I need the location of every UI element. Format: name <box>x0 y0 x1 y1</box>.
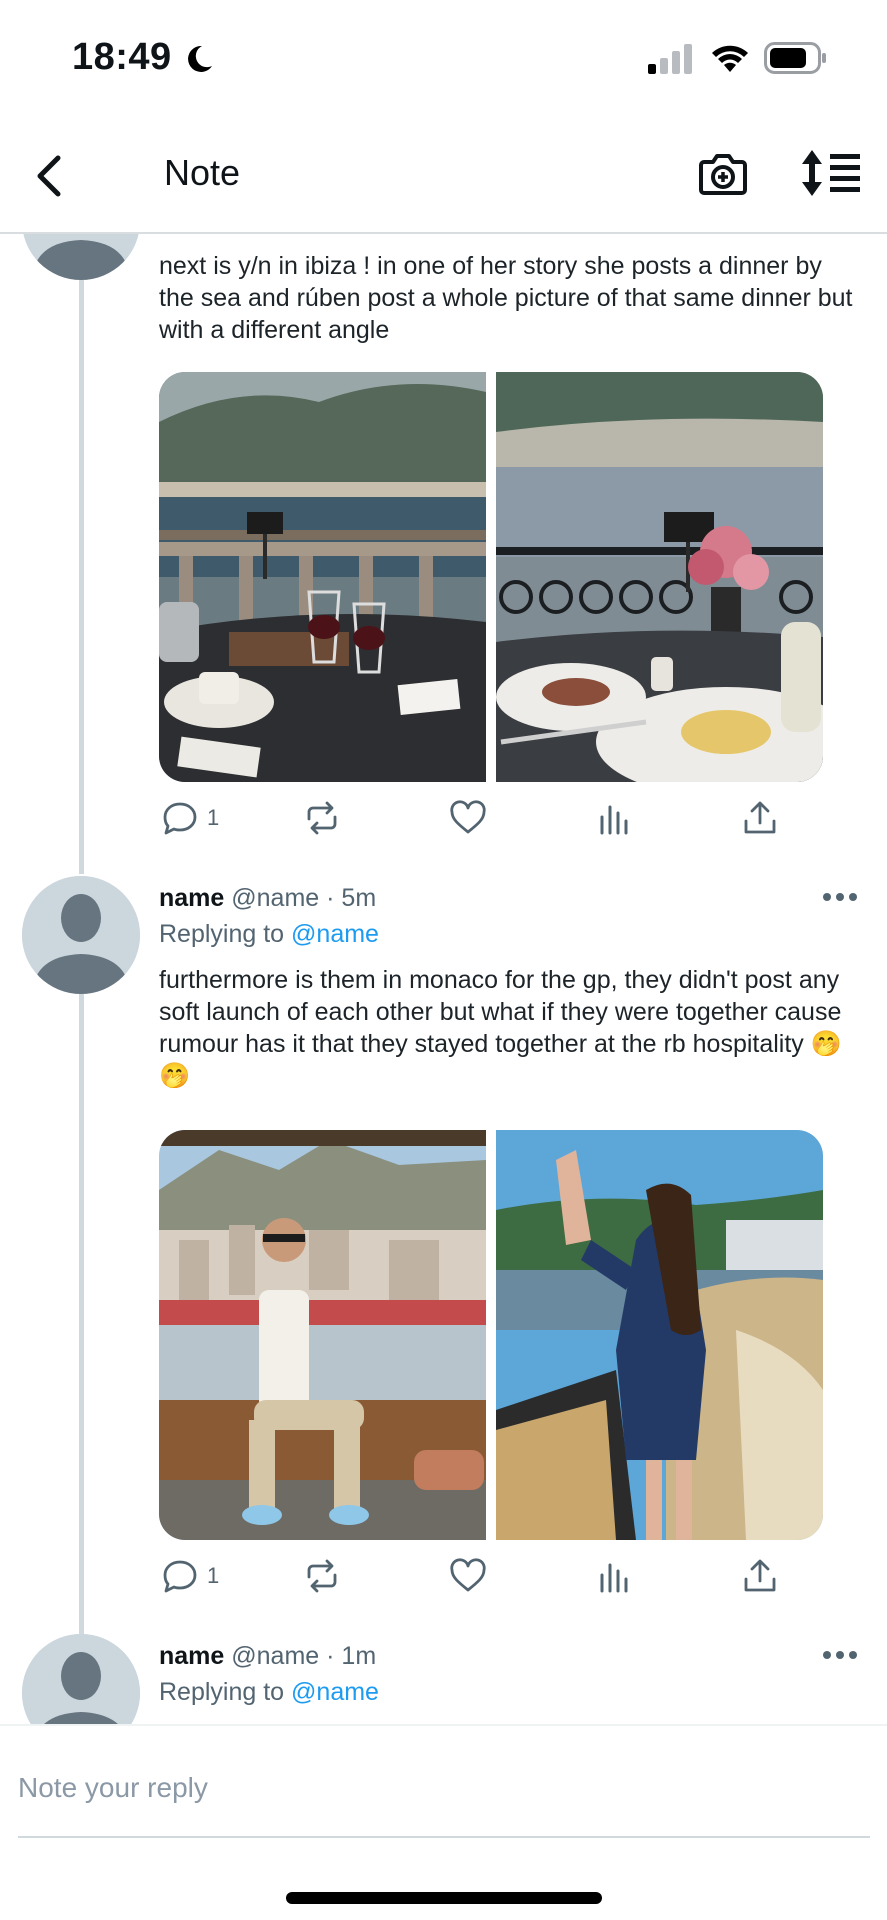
more-options-icon[interactable] <box>822 890 858 904</box>
reply-composer <box>0 1724 887 1920</box>
reply-icon <box>163 1560 197 1593</box>
reply-icon <box>163 802 197 835</box>
heart-icon <box>450 800 486 834</box>
sort-icon[interactable] <box>800 148 862 198</box>
cellular-signal-icon <box>648 44 692 74</box>
media-grid[interactable] <box>159 1130 823 1540</box>
default-avatar-icon <box>22 876 140 994</box>
share-icon <box>744 801 776 834</box>
more-options-icon[interactable] <box>822 1648 858 1662</box>
avatar[interactable] <box>22 876 140 994</box>
analytics-icon <box>600 1563 628 1593</box>
share-button[interactable] <box>741 1554 779 1598</box>
tweet-header: name @name · 5m <box>159 884 376 913</box>
display-name[interactable]: name <box>159 1642 224 1670</box>
tweet-actions: 1 <box>159 796 799 840</box>
back-chevron-icon[interactable] <box>30 146 70 206</box>
tweet-image[interactable] <box>159 372 486 782</box>
retweet-button[interactable] <box>303 796 341 840</box>
replying-to-label: Replying to <box>159 1678 285 1706</box>
replying-to: Replying to @name <box>159 920 379 949</box>
tweet-text: furthermore is them in monaco for the gp… <box>159 966 842 1090</box>
replying-to-handle[interactable]: @name <box>291 1678 379 1706</box>
views-button[interactable] <box>595 1554 633 1598</box>
heart-icon <box>450 1558 486 1592</box>
reply-count: 1 <box>207 1563 220 1588</box>
thread-connector <box>79 994 84 1634</box>
page-title: Note <box>164 152 241 193</box>
nav-bar: Note <box>0 120 887 234</box>
tweet-header: name @name · 1m <box>159 1642 376 1671</box>
wifi-icon <box>712 45 748 72</box>
divider <box>18 1836 870 1838</box>
username[interactable]: @name <box>231 1642 319 1670</box>
thread-connector <box>79 234 84 874</box>
tweet-text: next is y/n in ibiza ! in one of her sto… <box>159 252 853 344</box>
replying-to: Replying to @name <box>159 1678 379 1707</box>
analytics-icon <box>600 805 628 835</box>
replying-to-handle[interactable]: @name <box>291 920 379 948</box>
tweet-image[interactable] <box>159 1130 486 1540</box>
tweet-actions: 1 <box>159 1554 799 1598</box>
battery-icon <box>764 42 826 74</box>
retweet-icon <box>307 801 337 835</box>
like-button[interactable] <box>449 1554 487 1598</box>
timestamp: · 1m <box>326 1642 377 1670</box>
share-button[interactable] <box>741 796 779 840</box>
timestamp: · 5m <box>326 884 377 912</box>
username[interactable]: @name <box>231 884 319 912</box>
like-button[interactable] <box>449 796 487 840</box>
home-indicator[interactable] <box>286 1892 602 1904</box>
reply-input[interactable] <box>18 1758 870 1818</box>
reply-button[interactable]: 1 <box>161 796 219 840</box>
replying-to-label: Replying to <box>159 920 285 948</box>
status-bar: 18:49 <box>0 0 887 120</box>
retweet-icon <box>307 1559 337 1593</box>
display-name[interactable]: name <box>159 884 224 912</box>
reply-button[interactable]: 1 <box>161 1554 219 1598</box>
camera-plus-icon[interactable] <box>698 148 748 198</box>
tweet-image[interactable] <box>496 1130 823 1540</box>
status-time: 18:49 <box>72 36 172 78</box>
media-grid[interactable] <box>159 372 823 782</box>
views-button[interactable] <box>595 796 633 840</box>
moon-icon <box>188 45 212 72</box>
share-icon <box>744 1559 776 1592</box>
retweet-button[interactable] <box>303 1554 341 1598</box>
reply-count: 1 <box>207 805 220 830</box>
tweet-image[interactable] <box>496 372 823 782</box>
